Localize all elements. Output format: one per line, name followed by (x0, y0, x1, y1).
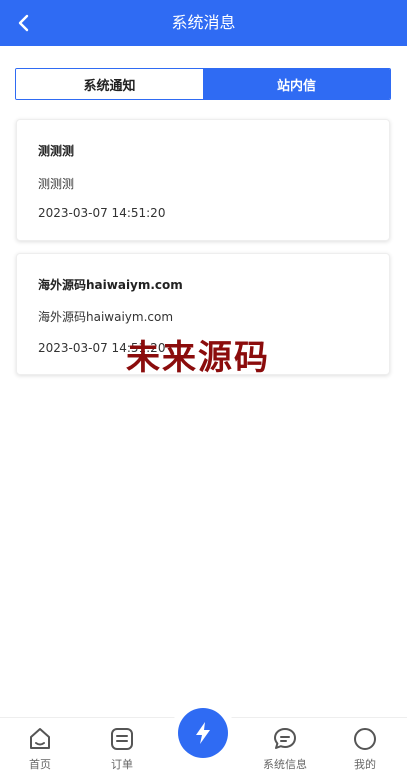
tabbar-item-profile[interactable]: 我的 (335, 726, 395, 771)
message-body: 测测测 (38, 177, 75, 191)
order-icon (111, 728, 133, 750)
tabbar-label: 订单 (111, 758, 133, 771)
tabbar-item-system-info[interactable]: 系统信息 (255, 726, 315, 771)
tabbar-item-home[interactable]: 首页 (10, 726, 70, 771)
message-time: 2023-03-07 14:51:20 (38, 206, 166, 220)
tabbar-label: 首页 (29, 758, 51, 771)
tabbar-item-orders[interactable]: 订单 (92, 726, 152, 771)
message-title: 测测测 (38, 144, 75, 158)
tabbar-label: 系统信息 (263, 758, 307, 771)
message-card[interactable]: 测测测 测测测 2023-03-07 14:51:20 (16, 119, 390, 241)
lightning-icon (196, 722, 210, 744)
message-title: 海外源码haiwaiym.com (38, 278, 183, 292)
home-icon (30, 728, 50, 749)
tab-system-notice[interactable]: 系统通知 (16, 69, 203, 99)
message-tabs: 系统通知 站内信 (15, 68, 391, 100)
tabbar-label: 我的 (354, 758, 376, 771)
tab-inbox[interactable]: 站内信 (203, 69, 390, 99)
page-title: 系统消息 (171, 13, 236, 32)
chat-icon (274, 728, 296, 749)
message-body: 海外源码haiwaiym.com (38, 310, 174, 324)
center-action-button[interactable] (178, 708, 228, 758)
header-bar: 系统消息 (0, 0, 407, 46)
watermark-text: 未来源码 (126, 338, 270, 378)
profile-icon (354, 728, 376, 750)
